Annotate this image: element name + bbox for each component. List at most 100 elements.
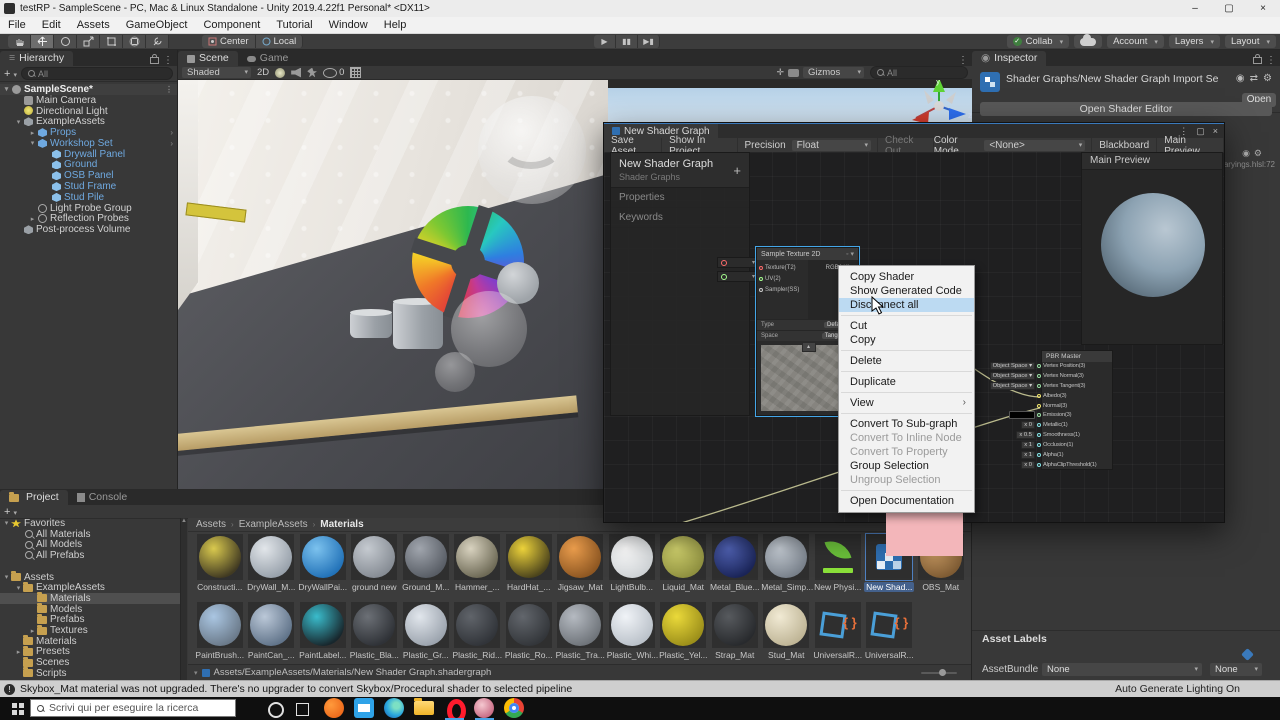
material-item[interactable]: LightBulb...: [606, 534, 658, 592]
material-item[interactable]: UniversalR...: [812, 602, 864, 660]
cortana-icon[interactable]: [268, 702, 284, 718]
menu-item[interactable]: Tutorial: [268, 17, 320, 33]
taskbar-app-explorer[interactable]: [412, 697, 437, 720]
tab-project[interactable]: Project: [0, 490, 68, 505]
step-button[interactable]: ▶▮: [638, 35, 660, 48]
prefab-open-icon[interactable]: ⋮: [165, 85, 173, 94]
project-tree-item[interactable]: ▾ Favorites: [0, 518, 180, 529]
context-menu-item[interactable]: Delete: [839, 354, 974, 368]
add-gameobject-button[interactable]: + ▾: [4, 68, 17, 80]
lock-icon[interactable]: [150, 54, 159, 64]
start-button-icon[interactable]: [12, 703, 17, 708]
port-default-value[interactable]: Object Space ▾: [989, 381, 1035, 390]
main-preview-toggle-button[interactable]: Main Preview: [1157, 135, 1224, 157]
context-menu-item[interactable]: Group Selection: [839, 459, 974, 473]
material-item[interactable]: Plastic_Rid...: [452, 602, 504, 660]
project-tree-item[interactable]: ▾ Assets: [0, 571, 180, 583]
save-asset-button[interactable]: Save Asset: [604, 135, 663, 157]
menu-item[interactable]: Edit: [34, 17, 69, 33]
taskbar-app-chrome[interactable]: [502, 697, 527, 720]
expand-arrow-icon[interactable]: ▸: [28, 129, 37, 137]
gear-icon[interactable]: ⚙: [1263, 73, 1272, 84]
show-in-project-button[interactable]: Show In Project: [662, 135, 738, 157]
context-menu-item[interactable]: Copy: [839, 333, 974, 347]
material-item[interactable]: Hammer_...: [452, 534, 504, 592]
tab-game[interactable]: Game: [237, 51, 298, 66]
expand-arrow-icon[interactable]: ▸: [14, 648, 23, 656]
material-item[interactable]: Metal_Blue...: [709, 534, 761, 592]
context-menu-item[interactable]: Copy Shader: [839, 270, 974, 284]
context-menu-item[interactable]: [841, 490, 972, 491]
move-tool-icon[interactable]: [31, 35, 54, 48]
pause-button[interactable]: ▮▮: [616, 35, 638, 48]
material-item[interactable]: New Physi...: [812, 534, 864, 592]
tab-scene[interactable]: Scene: [178, 51, 238, 66]
layout-dropdown[interactable]: Layout ▾: [1224, 35, 1276, 48]
collab-dropdown[interactable]: ✓ Collab ▾: [1006, 35, 1070, 48]
pbr-master-port-row[interactable]: Object Space ▾ Vertex Tangent(3): [989, 381, 1119, 391]
menu-item[interactable]: Help: [376, 17, 415, 33]
collapsed-node[interactable]: ▾: [717, 271, 759, 282]
scale-tool-icon[interactable]: [77, 35, 100, 48]
taskbar-app-opera[interactable]: [442, 697, 467, 720]
context-menu-item[interactable]: [841, 315, 972, 316]
scene-panel-menu-icon[interactable]: ⋮: [954, 55, 972, 66]
port-default-value[interactable]: x 0.5: [989, 431, 1035, 440]
taskbar-app-edge[interactable]: [382, 697, 407, 720]
lock-icon[interactable]: [1253, 54, 1262, 64]
open-shader-editor-button[interactable]: Open Shader Editor: [980, 102, 1272, 116]
project-tree-item[interactable]: Materials: [0, 635, 180, 647]
os-title-bar[interactable]: testRP - SampleScene - PC, Mac & Linux S…: [0, 0, 1280, 17]
scene-search-input[interactable]: All: [870, 66, 968, 79]
material-item[interactable]: Strap_Mat: [709, 602, 761, 660]
menu-item[interactable]: File: [0, 17, 34, 33]
blackboard-section[interactable]: Keywords: [611, 208, 749, 228]
lighting-toggle-icon[interactable]: [275, 67, 286, 78]
add-property-button[interactable]: +: [733, 163, 741, 178]
tab-inspector[interactable]: ◉ Inspector: [972, 51, 1047, 66]
blackboard-section[interactable]: Properties: [611, 188, 749, 208]
expand-arrow-icon[interactable]: ▾: [14, 584, 23, 592]
assetbundle-variant-dropdown[interactable]: None: [1210, 663, 1262, 676]
hierarchy-item[interactable]: Stud Frame: [0, 181, 177, 192]
port-default-value[interactable]: [989, 405, 1035, 407]
port-default-value[interactable]: Object Space ▾: [989, 371, 1035, 380]
tab-hierarchy[interactable]: ≡ Hierarchy: [0, 51, 74, 66]
hierarchy-item[interactable]: ▾ ExampleAssets: [0, 116, 177, 127]
menu-item[interactable]: Window: [321, 17, 376, 33]
taskbar-search-input[interactable]: Scrivi qui per eseguire la ricerca: [30, 699, 236, 717]
toggle-2d-button[interactable]: 2D: [257, 67, 269, 78]
port-default-value[interactable]: Object Space ▾: [989, 361, 1035, 370]
pbr-master-port-row[interactable]: x 1 Alpha(1): [989, 450, 1119, 460]
auto-generate-lighting-status[interactable]: Auto Generate Lighting On: [1115, 683, 1240, 695]
context-menu-item[interactable]: [841, 371, 972, 372]
hierarchy-search-input[interactable]: All: [20, 67, 173, 80]
minimize-button[interactable]: –: [1178, 0, 1212, 17]
rect-tool-icon[interactable]: [100, 35, 123, 48]
node-preview-toggle-icon[interactable]: ◦ ▾: [846, 250, 854, 258]
project-tree-item[interactable]: ▸ Presets: [0, 645, 180, 657]
project-tree-item[interactable]: Materials: [0, 592, 180, 604]
pbr-master-port-row[interactable]: Emission(3): [989, 410, 1119, 420]
breadcrumb-exampleassets[interactable]: ExampleAssets: [239, 519, 308, 530]
draw-mode-dropdown[interactable]: Shaded: [182, 67, 251, 78]
grid-settings-icon[interactable]: [350, 67, 362, 78]
context-menu-item[interactable]: [841, 350, 972, 351]
material-item[interactable]: Ground_M...: [400, 534, 452, 592]
status-bar[interactable]: ! Skybox_Mat material was not upgraded. …: [0, 680, 1280, 697]
material-item[interactable]: Metal_Simp...: [761, 534, 813, 592]
project-tree-item[interactable]: Scripts: [0, 667, 180, 679]
material-item[interactable]: Plastic_Tra...: [555, 602, 607, 660]
hierarchy-item[interactable]: ▸ Props ›: [0, 127, 177, 138]
pivot-local-button[interactable]: Local: [255, 35, 304, 48]
context-menu-item[interactable]: Disconnect all: [839, 298, 974, 312]
layers-dropdown[interactable]: Layers ▾: [1168, 35, 1220, 48]
project-tree-item[interactable]: Models: [0, 603, 180, 615]
expand-arrow-icon[interactable]: ▾: [2, 573, 11, 581]
pbr-master-port-row[interactable]: x 0.5 Smoothness(1): [989, 430, 1119, 440]
material-item[interactable]: Plastic_Yel...: [658, 602, 710, 660]
context-menu-item[interactable]: Convert To Sub-graph: [839, 417, 974, 431]
project-tree-item[interactable]: All Models: [0, 539, 180, 550]
hierarchy-item[interactable]: Directional Light: [0, 106, 177, 117]
material-item[interactable]: Plastic_Bla...: [349, 602, 401, 660]
